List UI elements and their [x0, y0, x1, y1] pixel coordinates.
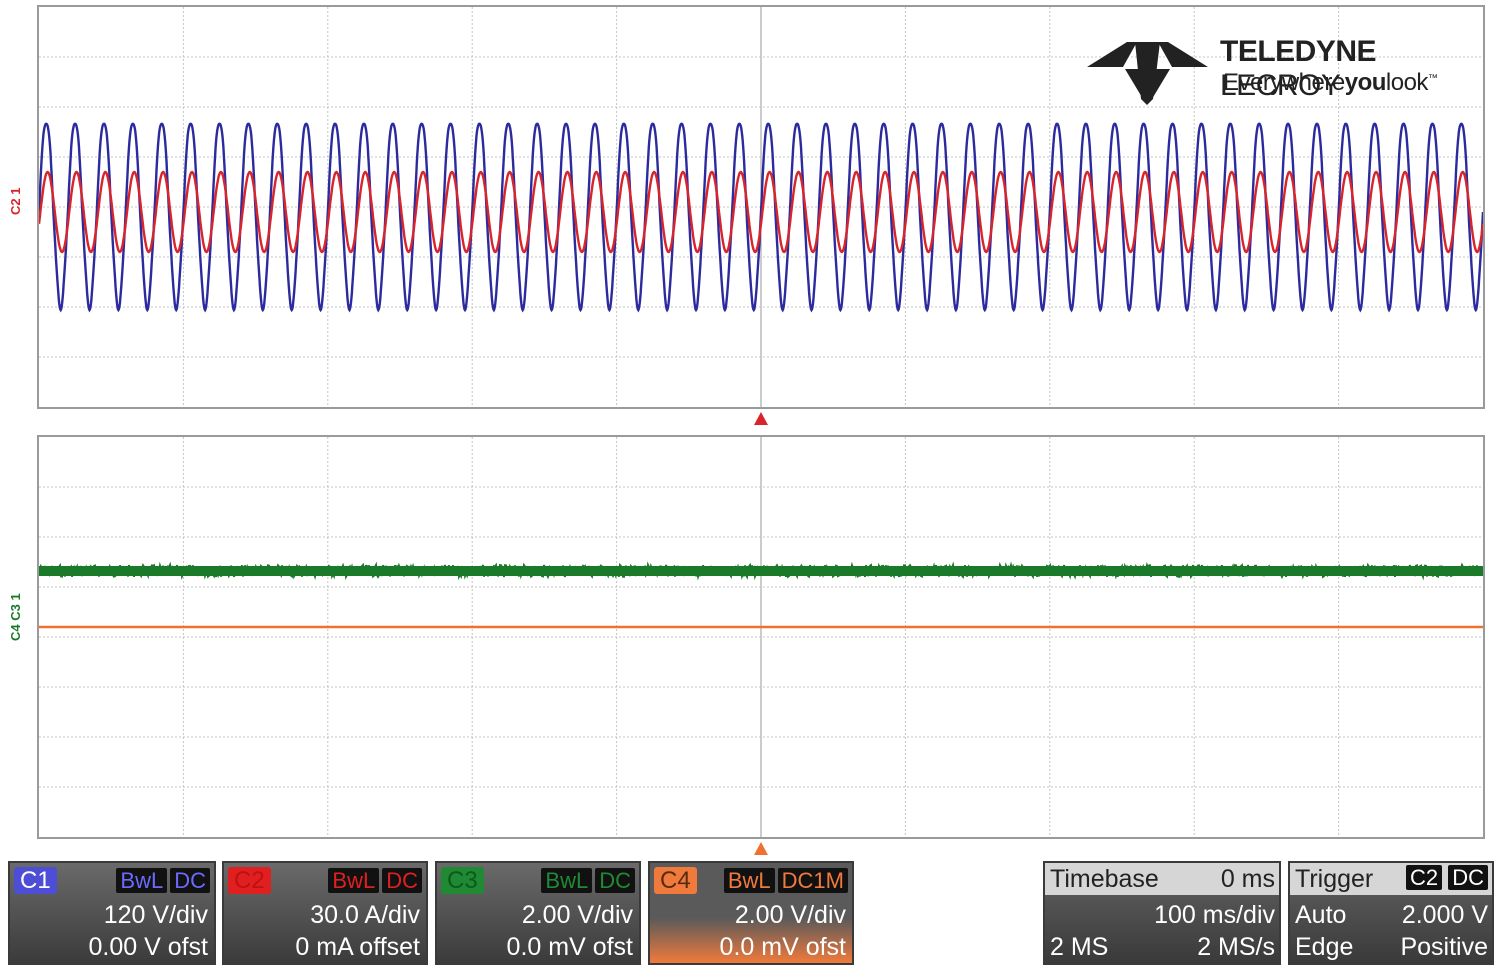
channel-flags-c2: BwL DC [325, 867, 422, 894]
lower-gridlines [39, 437, 1483, 837]
channel-descriptor-c2[interactable]: C2 BwL DC 30.0 A/div 0 mA offset [222, 861, 428, 965]
channel-descriptor-c1[interactable]: C1 BwL DC 120 V/div 0.00 V ofst [8, 861, 216, 965]
c4-c3-offset-marker[interactable]: C4 C3 1 [8, 593, 23, 641]
lower-waveform-grid[interactable] [37, 435, 1485, 839]
trigger-header: Trigger C2 DC [1290, 863, 1492, 895]
channel-flags-c1: BwL DC [113, 867, 210, 894]
timebase-samples: 2 MS [1050, 933, 1109, 961]
timebase-descriptor[interactable]: Timebase 0 ms 100 ms/div 2 MS 2 MS/s [1043, 861, 1281, 965]
channel-tag-c2: C2 [228, 867, 271, 894]
lower-trace-plot [39, 437, 1483, 837]
channel-tag-c4: C4 [654, 867, 697, 894]
channel-scale-c2: 30.0 A/div [310, 901, 420, 929]
delay-position-marker-icon[interactable] [754, 842, 768, 855]
timebase-label: Timebase [1050, 865, 1159, 893]
trigger-slope: Positive [1400, 933, 1488, 961]
timebase-scale: 100 ms/div [1154, 901, 1275, 929]
channel-flags-c3: BwL DC [538, 867, 635, 894]
trigger-descriptor[interactable]: Trigger C2 DC Auto 2.000 V Edge Positive [1288, 861, 1494, 965]
channel-offset-c1: 0.00 V ofst [88, 933, 208, 961]
channel-offset-c3: 0.0 mV ofst [506, 933, 633, 961]
channel-tag-c1: C1 [14, 867, 57, 894]
trigger-source-coupling: C2 DC [1405, 865, 1488, 891]
channel-scale-c1: 120 V/div [103, 901, 208, 929]
timebase-delay: 0 ms [1220, 865, 1275, 893]
channel-scale-c3: 2.00 V/div [521, 901, 633, 929]
channel-offset-c4: 0.0 mV ofst [719, 933, 846, 961]
channel-scale-c4: 2.00 V/div [734, 901, 846, 929]
teledyne-emblem-icon [1087, 42, 1208, 105]
trigger-position-marker-icon[interactable] [754, 412, 768, 425]
logo-tagline: Everywhereyoulook™ [1223, 69, 1438, 96]
c2-c1-offset-marker[interactable]: C2 1 [8, 188, 23, 215]
channel-descriptor-c4[interactable]: C4 BwL DC1M 2.00 V/div 0.0 mV ofst [648, 861, 854, 965]
channel-tag-c3: C3 [441, 867, 484, 894]
trigger-type: Edge [1295, 933, 1354, 961]
trigger-label: Trigger [1295, 865, 1374, 893]
channel-descriptor-c3[interactable]: C3 BwL DC 2.00 V/div 0.0 mV ofst [435, 861, 641, 965]
timebase-sample-rate: 2 MS/s [1197, 933, 1275, 961]
trigger-mode: Auto [1295, 901, 1347, 929]
channel-offset-c2: 0 mA offset [295, 933, 420, 961]
timebase-header: Timebase 0 ms [1045, 863, 1279, 895]
c3-trace-band [39, 566, 1483, 576]
teledyne-lecroy-logo: TELEDYNE LECROY Everywhereyoulook™ [1085, 35, 1485, 110]
trigger-level: 2.000 V [1401, 901, 1488, 929]
channel-flags-c4: BwL DC1M [721, 867, 848, 894]
